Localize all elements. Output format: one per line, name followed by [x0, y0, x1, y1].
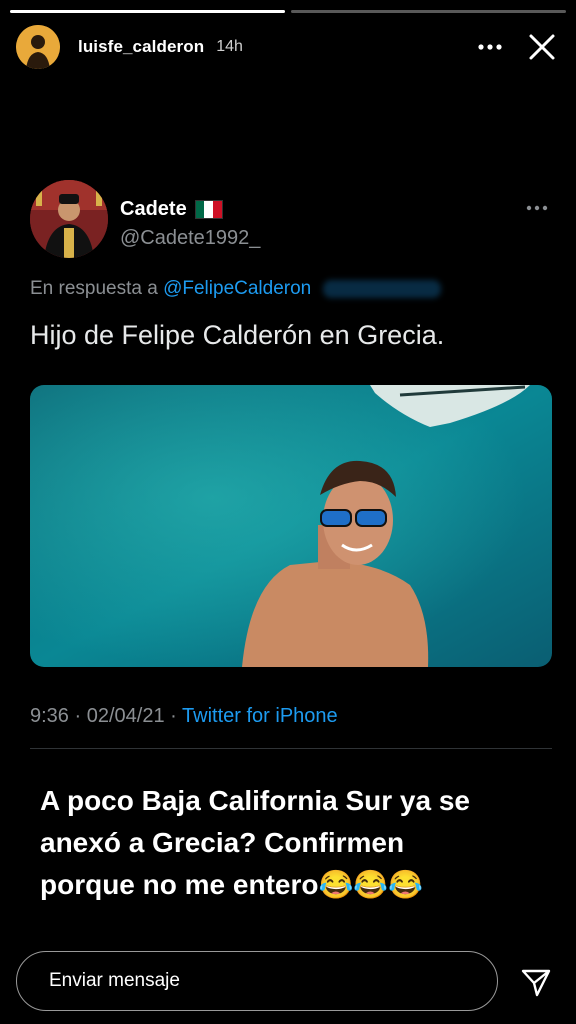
tweet-avatar[interactable] [30, 180, 108, 258]
progress-segment-2 [291, 10, 566, 13]
close-icon[interactable] [522, 27, 562, 67]
tweet-text: Hijo de Felipe Calderón en Grecia. [30, 320, 445, 350]
tweet-photo[interactable] [30, 385, 552, 667]
progress-segment-1 [10, 10, 285, 13]
story-header: luisfe_calderon 14h [16, 24, 562, 70]
avatar-silhouette [16, 25, 60, 69]
story-username[interactable]: luisfe_calderon [78, 37, 204, 57]
tweet-display-name[interactable]: Cadete [120, 198, 187, 221]
tweet-photo-image [30, 385, 552, 667]
message-composer[interactable] [16, 951, 498, 1011]
tweet-time: 9:36 [30, 705, 69, 727]
more-icon[interactable] [470, 27, 510, 67]
caption-line: A poco Baja California Sur ya se [40, 785, 470, 816]
tweet-handle[interactable]: @Cadete1992_ [120, 227, 260, 250]
reply-prefix: En respuesta a [30, 278, 158, 299]
message-input[interactable] [47, 969, 497, 993]
caption-line: anexó a Grecia? Confirmen [40, 827, 405, 858]
story-caption: A poco Baja California Sur ya se anexó a… [40, 780, 546, 906]
mexico-flag-icon [194, 200, 223, 219]
tweet-divider [30, 748, 552, 749]
story-progress [10, 10, 566, 13]
tweet-date: 02/04/21 [86, 705, 165, 727]
meta-separator: · [170, 705, 177, 727]
reply-mention-link[interactable]: @FelipeCalderon [163, 278, 311, 299]
caption-line: porque no me entero😂😂😂 [40, 869, 424, 900]
tweet-avatar-image [30, 180, 108, 258]
tweet-meta: 9:36 · 02/04/21 · Twitter for iPhone [30, 705, 552, 728]
avatar[interactable] [16, 25, 60, 69]
story-time: 14h [216, 38, 243, 55]
reply-context: En respuesta a @FelipeCalderon [30, 278, 552, 300]
blurred-mention [322, 279, 441, 298]
tweet-card[interactable]: Cadete @Cadete1992_ En respuesta a @Feli… [30, 180, 552, 749]
tweet-more-icon[interactable] [526, 194, 548, 217]
tweet-header: Cadete @Cadete1992_ [30, 180, 552, 258]
meta-separator: · [74, 705, 82, 727]
tweet-source-link[interactable]: Twitter for iPhone [182, 705, 338, 727]
send-icon[interactable] [514, 960, 558, 1004]
